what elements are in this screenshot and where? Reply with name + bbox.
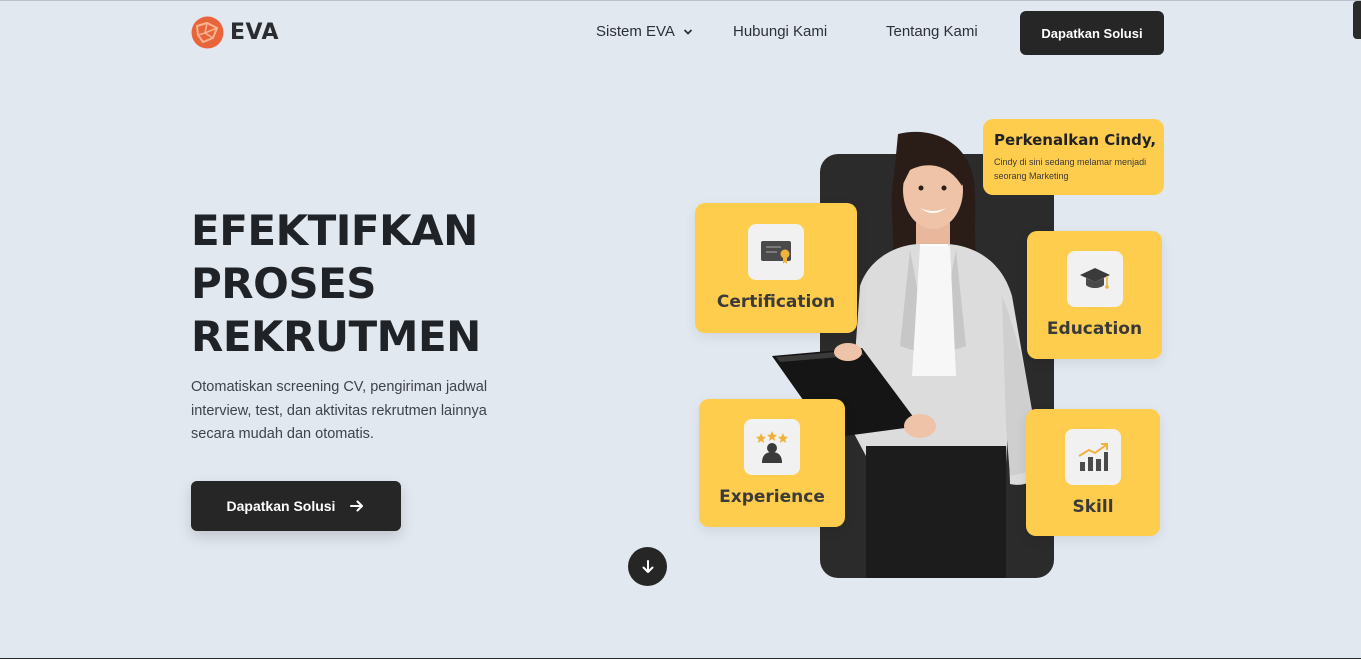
intro-subtitle: Cindy di sini sedang melamar menjadi seo… bbox=[994, 157, 1147, 181]
eva-logo-icon bbox=[191, 16, 224, 49]
card-certification: Certification bbox=[695, 203, 857, 333]
card-icon-wrap bbox=[1065, 428, 1121, 485]
card-label: Certification bbox=[716, 292, 836, 312]
nav-item-sistem-eva[interactable]: Sistem EVA bbox=[596, 23, 693, 40]
card-label: Education bbox=[1046, 319, 1143, 339]
nav-cta-button[interactable]: Dapatkan Solusi bbox=[1020, 11, 1164, 55]
scrollbar-thumb[interactable] bbox=[1353, 1, 1361, 39]
hero-title-line: REKRUTMEN bbox=[191, 312, 481, 361]
certificate-icon bbox=[761, 241, 791, 264]
nav-item-label: Sistem EVA bbox=[596, 23, 675, 40]
intro-title: Perkenalkan Cindy, bbox=[994, 131, 1157, 149]
hero-title-line: PROSES bbox=[191, 259, 377, 308]
graduation-cap-icon bbox=[1079, 268, 1110, 289]
card-icon-wrap bbox=[744, 419, 800, 475]
card-education: Education bbox=[1027, 231, 1162, 359]
chevron-down-icon bbox=[683, 28, 693, 35]
hero-title-line: EFEKTIFKAN bbox=[191, 206, 478, 255]
hero-cta-label: Dapatkan Solusi bbox=[226, 498, 336, 514]
brand-name: EVA bbox=[230, 20, 280, 45]
nav-item-label: Tentang Kami bbox=[886, 23, 978, 40]
growth-chart-icon bbox=[1078, 442, 1108, 471]
card-icon-wrap bbox=[1066, 251, 1123, 307]
card-experience: Experience bbox=[699, 399, 845, 527]
arrow-down-icon bbox=[642, 559, 653, 573]
hero-cta-button[interactable]: Dapatkan Solusi bbox=[191, 481, 401, 531]
card-icon-wrap bbox=[748, 224, 804, 280]
arrow-right-icon bbox=[350, 500, 364, 512]
nav-item-label: Hubungi Kami bbox=[733, 23, 828, 40]
hero-description: Otomatiskan screening CV, pengiriman jad… bbox=[191, 379, 488, 442]
top-navbar: EVA Sistem EVA Hubungi Kami Tentang Kami… bbox=[0, 1, 1361, 63]
hero-title: EFEKTIFKAN PROSES REKRUTMEN bbox=[191, 204, 551, 363]
card-label: Skill bbox=[1072, 496, 1114, 517]
intro-card: Perkenalkan Cindy, Cindy di sini sedang … bbox=[983, 119, 1164, 195]
nav-item-tentang-kami[interactable]: Tentang Kami bbox=[886, 23, 978, 40]
brand-logo[interactable]: EVA bbox=[191, 16, 279, 49]
card-label: Experience bbox=[719, 487, 825, 507]
card-skill: Skill bbox=[1026, 409, 1160, 536]
nav-item-hubungi-kami[interactable]: Hubungi Kami bbox=[733, 23, 827, 40]
scroll-down-button[interactable] bbox=[628, 547, 667, 586]
star-person-icon bbox=[756, 431, 788, 463]
